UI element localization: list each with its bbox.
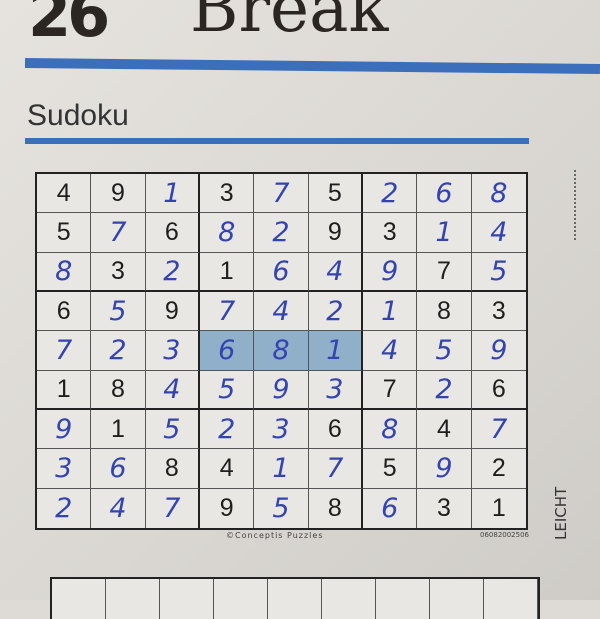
given-digit-cell: 5 (362, 449, 418, 489)
handwritten-digit-cell: 4 (471, 213, 526, 253)
handwritten-digit-cell: 4 (308, 252, 363, 292)
handwritten-digit-cell: 1 (362, 291, 418, 332)
handwritten-digit-cell: 9 (254, 370, 309, 410)
handwritten-digit-cell: 6 (91, 449, 146, 489)
adjacent-column-edge (574, 170, 579, 240)
handwritten-digit-cell: 6 (417, 174, 472, 214)
handwritten-digit-cell: 2 (417, 370, 472, 410)
given-digit-cell: 4 (199, 449, 255, 489)
handwritten-digit-cell: 5 (145, 409, 200, 450)
handwritten-digit-cell: 8 (362, 409, 418, 450)
given-digit-cell: 2 (471, 449, 526, 489)
handwritten-digit-cell: 7 (471, 410, 526, 450)
given-digit-cell: 4 (417, 409, 472, 450)
handwritten-digit-cell: 8 (37, 252, 92, 292)
title-rule (25, 138, 529, 144)
handwritten-digit-cell: 4 (91, 488, 146, 528)
handwritten-digit-cell: 6 (363, 488, 418, 528)
handwritten-digit-cell: 3 (37, 449, 92, 489)
handwritten-digit-cell: 2 (145, 252, 200, 292)
given-digit-cell: 9 (308, 213, 363, 253)
handwritten-digit-cell: 2 (308, 291, 363, 332)
handwritten-digit-cell: 3 (254, 409, 309, 450)
handwritten-digit-cell: 5 (471, 253, 526, 292)
given-digit-cell: 3 (362, 213, 418, 253)
given-digit-cell: 3 (199, 174, 255, 214)
given-digit-cell: 3 (417, 488, 472, 528)
handwritten-digit-cell: 9 (471, 331, 526, 371)
given-digit-cell: 9 (91, 174, 146, 214)
handwritten-digit-cell: 7 (37, 331, 92, 371)
copyright: ©Conceptis Puzzles (226, 531, 324, 540)
handwritten-digit-cell: 5 (91, 291, 146, 332)
handwritten-digit-cell: 2 (362, 174, 418, 214)
handwritten-digit-cell: 4 (254, 291, 309, 332)
handwritten-digit-cell: 4 (362, 331, 418, 371)
given-digit-cell: 5 (37, 213, 92, 253)
handwritten-digit-cell: 3 (308, 370, 363, 410)
handwritten-digit-cell: 2 (91, 331, 146, 371)
handwritten-digit-cell: 7 (199, 291, 255, 332)
handwritten-digit-cell: 1 (145, 174, 200, 214)
given-digit-cell: 1 (199, 252, 255, 292)
handwritten-digit-cell: 9 (417, 449, 472, 489)
handwritten-digit-cell: 7 (308, 449, 363, 489)
given-digit-cell: 6 (308, 409, 363, 450)
handwritten-digit-cell: 2 (199, 409, 255, 450)
handwritten-digit-cell: 8 (199, 213, 255, 253)
handwritten-digit-cell: 8 (471, 174, 526, 214)
given-digit-cell: 6 (37, 291, 92, 332)
puzzle-title: Sudoku (27, 99, 129, 132)
given-digit-cell: 9 (145, 291, 200, 332)
given-digit-cell: 6 (471, 371, 526, 410)
handwritten-digit-cell: 5 (254, 488, 309, 528)
given-digit-cell: 8 (145, 449, 200, 489)
given-digit-cell: 7 (362, 370, 418, 410)
given-digit-cell: 1 (37, 370, 92, 410)
handwritten-digit-cell: 5 (417, 331, 472, 371)
given-digit-cell: 4 (37, 174, 92, 214)
handwritten-digit-cell: 3 (145, 331, 200, 371)
given-digit-cell: 6 (145, 213, 200, 253)
handwritten-digit-cell: 1 (417, 213, 472, 253)
handwritten-digit-cell: 6 (199, 331, 255, 371)
handwritten-digit-cell: 6 (254, 252, 309, 292)
handwritten-digit-cell: 7 (146, 488, 200, 528)
handwritten-digit-cell: 2 (37, 488, 92, 528)
handwritten-digit-cell: 1 (254, 449, 309, 489)
sudoku-grid: 4913752685768293148321649756597421837236… (35, 172, 528, 530)
handwritten-digit-cell: 5 (199, 370, 255, 410)
given-digit-cell: 9 (200, 488, 255, 528)
handwritten-digit-cell: 9 (37, 409, 92, 450)
next-puzzle-grid (50, 577, 540, 619)
given-digit-cell: 3 (91, 252, 146, 292)
handwritten-digit-cell: 1 (308, 331, 363, 371)
handwritten-digit-cell: 8 (254, 331, 309, 371)
handwritten-digit-cell: 2 (254, 213, 309, 253)
puzzle-code: 06082002506 (480, 531, 529, 539)
given-digit-cell: 3 (471, 292, 526, 332)
given-digit-cell: 8 (417, 291, 472, 332)
given-digit-cell: 8 (309, 488, 363, 528)
given-digit-cell: 1 (491, 493, 506, 522)
handwritten-digit-cell: 4 (145, 370, 200, 410)
section-title: Break (190, 0, 389, 47)
handwritten-digit-cell: 9 (362, 252, 418, 292)
handwritten-digit-cell: 7 (254, 174, 309, 214)
difficulty-label: LEICHT (552, 486, 570, 540)
page-number: 26 (28, 0, 110, 51)
given-digit-cell: 1 (91, 409, 146, 450)
given-digit-cell: 5 (308, 174, 363, 214)
given-digit-cell: 8 (91, 370, 146, 410)
handwritten-digit-cell: 7 (91, 213, 146, 253)
given-digit-cell: 7 (417, 252, 472, 292)
